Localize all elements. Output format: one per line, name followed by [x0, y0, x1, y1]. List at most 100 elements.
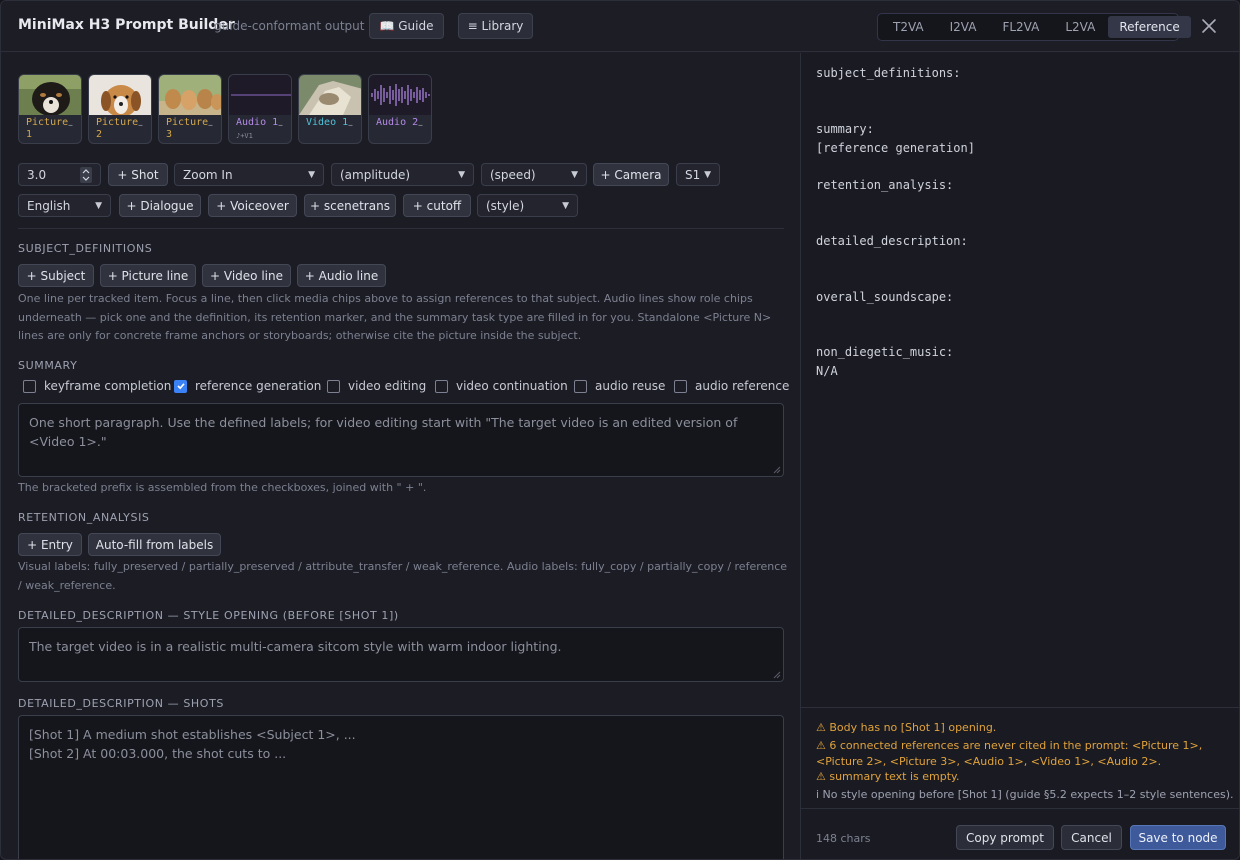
checkbox-label: video editing [348, 379, 427, 393]
checkbox-label: keyframe completion [44, 379, 172, 393]
resize-grip-icon[interactable] [773, 466, 781, 474]
summary-heading: SUMMARY [18, 359, 78, 372]
add-camera-button[interactable]: + Camera [593, 163, 669, 186]
add-entry-button[interactable]: + Entry [18, 533, 82, 556]
tab-t2va[interactable]: T2VA [880, 16, 937, 38]
checkbox-label: reference generation [195, 379, 322, 393]
speed-select[interactable]: (speed) ▼ [481, 163, 587, 186]
cancel-button[interactable]: Cancel [1061, 825, 1122, 850]
add-video-line-button[interactable]: + Video line [202, 264, 291, 287]
guide-button[interactable]: 📖 Guide [369, 13, 444, 39]
add-cutoff-button[interactable]: + cutoff [403, 194, 471, 217]
tab-reference[interactable]: Reference [1108, 16, 1191, 38]
checkbox-video-continuation[interactable]: video continuation [435, 379, 568, 393]
subject-definitions-help: One line per tracked item. Focus a line,… [18, 292, 772, 342]
remove-icon[interactable]: – [68, 120, 73, 131]
add-audio-line-button[interactable]: + Audio line [297, 264, 386, 287]
checkbox-box[interactable] [674, 379, 687, 393]
checkbox-box[interactable] [327, 379, 340, 393]
checkbox-reference-generation[interactable]: reference generation [174, 379, 321, 393]
chevron-down-icon: ▼ [95, 200, 102, 211]
summary-help: The bracketed prefix is assembled from t… [18, 481, 427, 494]
media-chip-picture-1[interactable]: Picture 1 – [18, 74, 82, 144]
close-icon[interactable] [1200, 17, 1218, 35]
remove-icon[interactable]: – [418, 120, 423, 131]
checkbox-box[interactable] [23, 379, 36, 393]
remove-icon[interactable]: – [208, 120, 213, 131]
dialog-footer: 148 chars Copy prompt Cancel Save to nod… [801, 808, 1239, 859]
remove-icon[interactable]: – [348, 120, 353, 131]
char-count: 148 chars [816, 832, 871, 845]
save-to-node-button[interactable]: Save to node [1130, 825, 1226, 850]
warning-no-shot-1: ⚠ Body has no [Shot 1] opening. [816, 721, 997, 734]
add-subject-button[interactable]: + Subject [18, 264, 94, 287]
checkbox-keyframe-completion[interactable]: keyframe completion [23, 379, 171, 393]
checkbox-audio-reference[interactable]: audio reference [674, 379, 789, 393]
shots-placeholder-line: [Shot 2] At 00:03.000, the shot cuts to … [29, 746, 287, 761]
resize-grip-icon[interactable] [773, 671, 781, 679]
language-value: English [27, 198, 71, 213]
library-button[interactable]: ≡ Library [458, 13, 533, 39]
chevron-down-icon: ▼ [562, 200, 569, 211]
preview-retention-analysis: retention_analysis: [816, 178, 954, 192]
warning-summary-empty: ⚠ summary text is empty. [816, 770, 960, 783]
amplitude-select[interactable]: (amplitude) ▼ [331, 163, 474, 186]
add-picture-line-button[interactable]: + Picture line [100, 264, 196, 287]
media-chip-picture-2[interactable]: Picture 2 – [88, 74, 152, 144]
chevron-down-icon: ▼ [308, 169, 315, 180]
checkbox-box[interactable] [435, 379, 448, 393]
tab-fl2va[interactable]: FL2VA [989, 16, 1052, 38]
warning-uncited-references: ⚠ 6 connected references are never cited… [816, 739, 1203, 768]
checkbox-label: audio reuse [595, 379, 666, 393]
retention-analysis-heading: RETENTION_ANALYSIS [18, 511, 150, 524]
stepper-arrows-icon[interactable] [80, 166, 92, 183]
preview-non-diegetic-value: N/A [816, 364, 838, 378]
tab-i2va[interactable]: I2VA [937, 16, 990, 38]
add-dialogue-button[interactable]: + Dialogue [119, 194, 201, 217]
tab-l2va[interactable]: L2VA [1052, 16, 1108, 38]
camera-move-select[interactable]: Zoom In ▼ [174, 163, 324, 186]
chevron-down-icon: ▼ [704, 169, 711, 180]
media-chip-label: Picture 2 [96, 117, 139, 140]
media-chip-video-1[interactable]: Video 1 – [298, 74, 362, 144]
style-select[interactable]: (style) ▼ [477, 194, 578, 217]
summary-textarea[interactable]: One short paragraph. Use the defined lab… [18, 403, 784, 477]
summary-placeholder: One short paragraph. Use the defined lab… [29, 415, 738, 449]
shots-textarea[interactable]: [Shot 1] A medium shot establishes <Subj… [18, 715, 784, 859]
picture-1-thumbnail [19, 75, 81, 115]
editor-panel: Picture 1 – Picture 2 – Picture 3 – Audi… [1, 53, 800, 859]
media-chip-audio-1[interactable]: Audio 1 – ♪+V1 [228, 74, 292, 144]
preview-non-diegetic-music: non_diegetic_music: [816, 345, 954, 359]
add-shot-button[interactable]: + Shot [108, 163, 168, 186]
info-no-style-opening: i No style opening before [Shot 1] (guid… [816, 788, 1234, 801]
checkbox-label: audio reference [695, 379, 790, 393]
audio-2-waveform-icon [369, 75, 431, 115]
checkbox-audio-reuse[interactable]: audio reuse [574, 379, 665, 393]
speed-value: (speed) [490, 167, 536, 182]
remove-icon[interactable]: – [138, 120, 143, 131]
style-opening-textarea[interactable]: The target video is in a realistic multi… [18, 627, 784, 682]
media-chip-label: Audio 1 [236, 117, 279, 128]
language-select[interactable]: English ▼ [18, 194, 111, 217]
auto-fill-button[interactable]: Auto-fill from labels [88, 533, 221, 556]
remove-icon[interactable]: – [278, 120, 283, 131]
subject-definitions-heading: SUBJECT_DEFINITIONS [18, 242, 153, 255]
media-chip-picture-3[interactable]: Picture 3 – [158, 74, 222, 144]
checkbox-video-editing[interactable]: video editing [327, 379, 426, 393]
checkbox-box-checked[interactable] [174, 379, 187, 393]
copy-prompt-button[interactable]: Copy prompt [956, 825, 1054, 850]
chevron-down-icon: ▼ [571, 169, 578, 180]
video-1-thumbnail [299, 75, 361, 115]
style-opening-placeholder: The target video is in a realistic multi… [29, 639, 562, 654]
duration-stepper[interactable]: 3.0 [18, 163, 101, 186]
add-voiceover-button[interactable]: + Voiceover [208, 194, 297, 217]
media-chip-audio-2[interactable]: Audio 2 – [368, 74, 432, 144]
speaker-select[interactable]: S1 ▼ [676, 163, 720, 186]
shots-placeholder-line: [Shot 1] A medium shot establishes <Subj… [29, 727, 356, 742]
media-chip-label: Video 1 [306, 117, 349, 128]
divider [18, 228, 784, 229]
style-opening-heading: DETAILED_DESCRIPTION — STYLE OPENING (BE… [18, 609, 399, 622]
checkbox-box[interactable] [574, 379, 587, 393]
dialog-title: MiniMax H3 Prompt Builder [18, 17, 235, 33]
add-scenetrans-button[interactable]: + scenetrans [304, 194, 396, 217]
